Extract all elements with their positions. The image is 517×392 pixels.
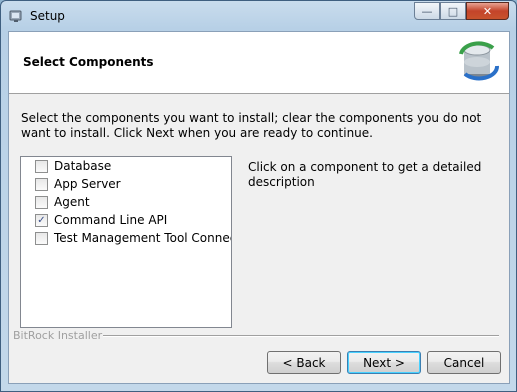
next-button[interactable]: Next > <box>347 351 421 374</box>
list-item[interactable]: App Server <box>21 175 231 193</box>
maximize-button[interactable]: □ <box>440 2 466 20</box>
setup-window: Setup — □ ✕ Select Components Select the… <box>0 0 517 392</box>
component-checkbox[interactable] <box>35 160 48 173</box>
components-list[interactable]: Database App Server Agent ✓ Command Line… <box>20 156 232 328</box>
component-checkbox[interactable] <box>35 232 48 245</box>
component-label: Test Management Tool Connector <box>54 231 231 245</box>
close-button[interactable]: ✕ <box>466 2 509 20</box>
list-item[interactable]: Database <box>21 157 231 175</box>
title-bar[interactable]: Setup — □ ✕ <box>1 1 516 31</box>
separator-line <box>103 335 499 337</box>
cancel-button[interactable]: Cancel <box>427 351 501 374</box>
minimize-button[interactable]: — <box>414 2 440 20</box>
component-label: Command Line API <box>54 213 168 227</box>
component-checkbox[interactable] <box>35 196 48 209</box>
installer-branding: BitRock Installer <box>9 329 509 343</box>
component-description: Click on a component to get a detailed d… <box>248 160 482 189</box>
maximize-icon: □ <box>447 4 459 18</box>
component-label: Agent <box>54 195 90 209</box>
checkmark-icon: ✓ <box>37 215 46 226</box>
minimize-icon: — <box>421 4 433 18</box>
list-item[interactable]: Test Management Tool Connector <box>21 229 231 247</box>
setup-app-icon <box>9 10 22 22</box>
wizard-body: Select Components Select the components … <box>8 31 510 384</box>
component-checkbox[interactable]: ✓ <box>35 214 48 227</box>
wizard-header: Select Components <box>9 32 509 94</box>
caption-buttons: — □ ✕ <box>414 2 509 22</box>
component-label: Database <box>54 159 112 173</box>
list-item[interactable]: Agent <box>21 193 231 211</box>
close-icon: ✕ <box>482 4 493 18</box>
back-button[interactable]: < Back <box>267 351 341 374</box>
instruction-text: Select the components you want to instal… <box>21 111 482 140</box>
installer-brand-label: BitRock Installer <box>13 329 103 342</box>
page-title: Select Components <box>23 55 154 69</box>
database-install-icon <box>459 41 499 81</box>
list-item[interactable]: ✓ Command Line API <box>21 211 231 229</box>
component-label: App Server <box>54 177 121 191</box>
window-title: Setup <box>30 9 65 23</box>
component-checkbox[interactable] <box>35 178 48 191</box>
